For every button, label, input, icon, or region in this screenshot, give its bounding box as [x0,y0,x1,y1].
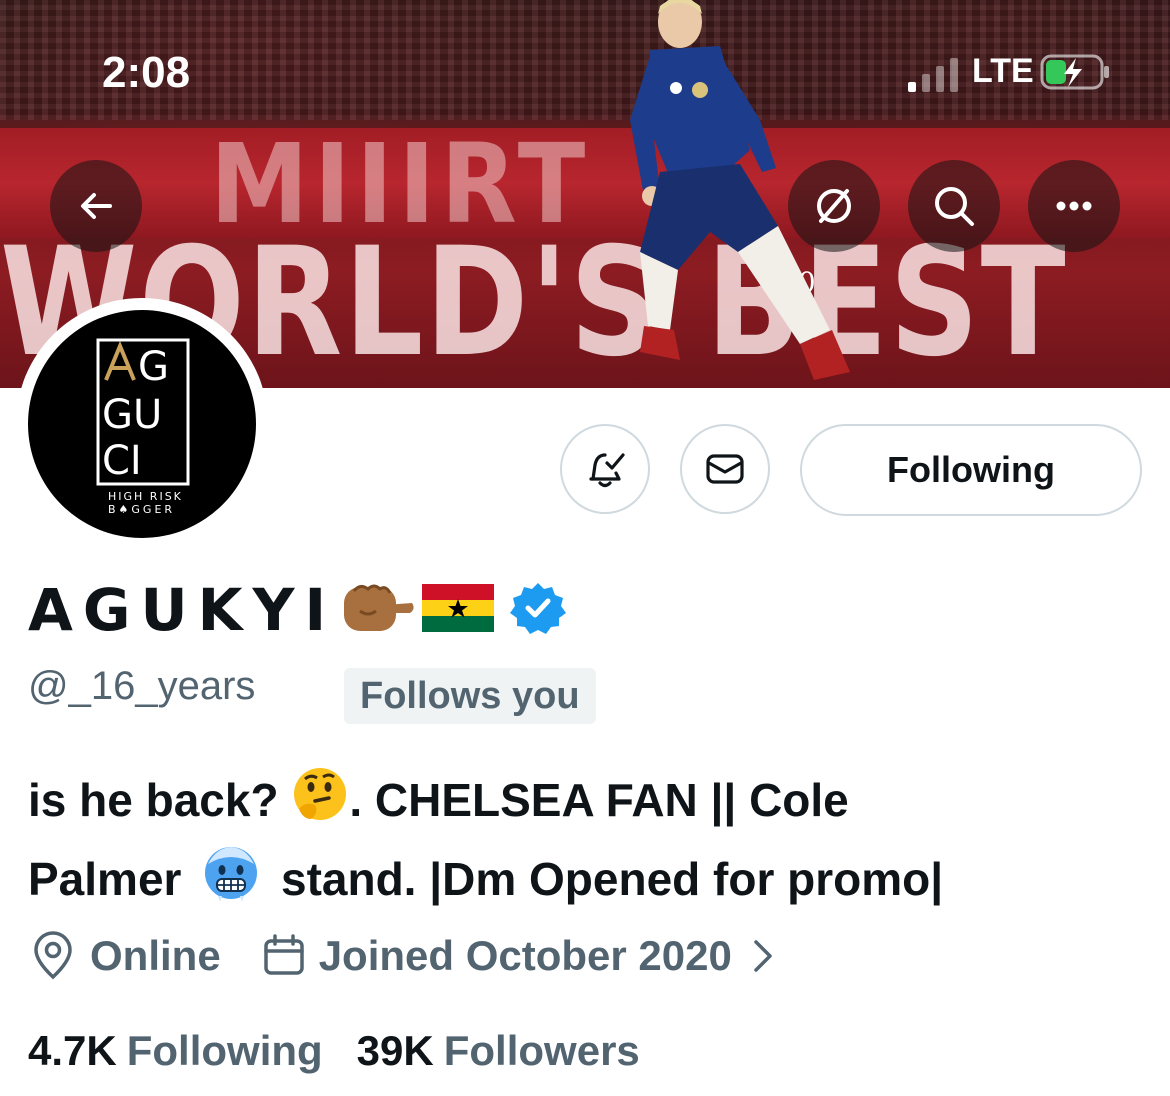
fist-emoji-icon [340,577,416,644]
location-text: Online [90,932,221,979]
followers-stat[interactable]: 39K Followers [357,1027,640,1075]
status-time: 2:08 [102,48,191,97]
profile-meta: Online Joined October 2020 [30,924,776,988]
envelope-icon [706,454,744,484]
display-name: AGUKYI [28,576,337,644]
joined-date[interactable]: Joined October 2020 [319,932,732,980]
verified-badge-icon[interactable] [510,580,567,641]
more-horizontal-icon [1056,201,1092,211]
calendar-icon [263,934,304,975]
bio-text: . CHELSEA FAN || Cole [349,774,849,826]
display-name-row: AGUKYI [28,570,567,650]
bio-text: is he back? [28,774,279,826]
network-type: LTE [972,52,1034,90]
location-pin-icon [34,931,72,980]
message-button[interactable] [680,424,770,514]
arrow-left-icon [81,193,112,219]
avatar-logo: AG G GU CI HIGH RISK B♠GGER [28,310,256,538]
more-button[interactable] [1028,160,1120,252]
svg-text:G: G [138,344,169,390]
bio-text: Palmer [28,852,182,905]
bio-line-1: is he back? . CHELSEA FAN || Cole [28,764,1138,843]
search-button[interactable] [908,160,1000,252]
back-button[interactable] [50,160,142,252]
followers-count: 39K [356,1027,434,1074]
svg-text:CI: CI [102,438,142,484]
cellular-signal-icon [908,58,958,92]
agguci-logo-icon: AG G GU CI HIGH RISK B♠GGER [96,338,190,516]
notifications-button[interactable] [560,424,650,514]
bio-line-2: Palmer stand. |Dm Opened for promo| [28,843,1138,922]
profile-bio: is he back? . CHELSEA FAN || Cole Palmer [28,764,1138,922]
thinking-face-emoji-icon [291,765,349,843]
bell-check-icon [589,453,625,488]
user-handle: @_16_years [28,664,256,708]
chevron-right-icon[interactable] [750,936,776,976]
cold-face-emoji-icon [202,844,260,922]
hide-reposts-button[interactable] [788,160,880,252]
battery-charging-icon [1040,54,1109,90]
bio-text: stand. |Dm Opened for promo| [281,852,944,905]
svg-text:B♠GGER: B♠GGER [108,503,175,516]
following-label: Following [126,1027,323,1074]
following-button[interactable]: Following [800,424,1142,516]
followers-label: Followers [443,1027,640,1074]
following-count: 4.7K [28,1027,117,1074]
svg-text:GU: GU [102,392,162,438]
follow-stats: 4.7K Following 39K Followers [28,1020,640,1082]
profile-avatar[interactable]: AG G GU CI HIGH RISK B♠GGER [16,298,268,550]
search-icon [935,187,974,226]
ghana-flag-icon [420,582,496,639]
follows-you-badge: Follows you [344,668,596,724]
eye-slash-icon [817,189,851,223]
following-stat[interactable]: 4.7K Following [28,1027,323,1075]
svg-text:HIGH RISK: HIGH RISK [108,490,183,503]
